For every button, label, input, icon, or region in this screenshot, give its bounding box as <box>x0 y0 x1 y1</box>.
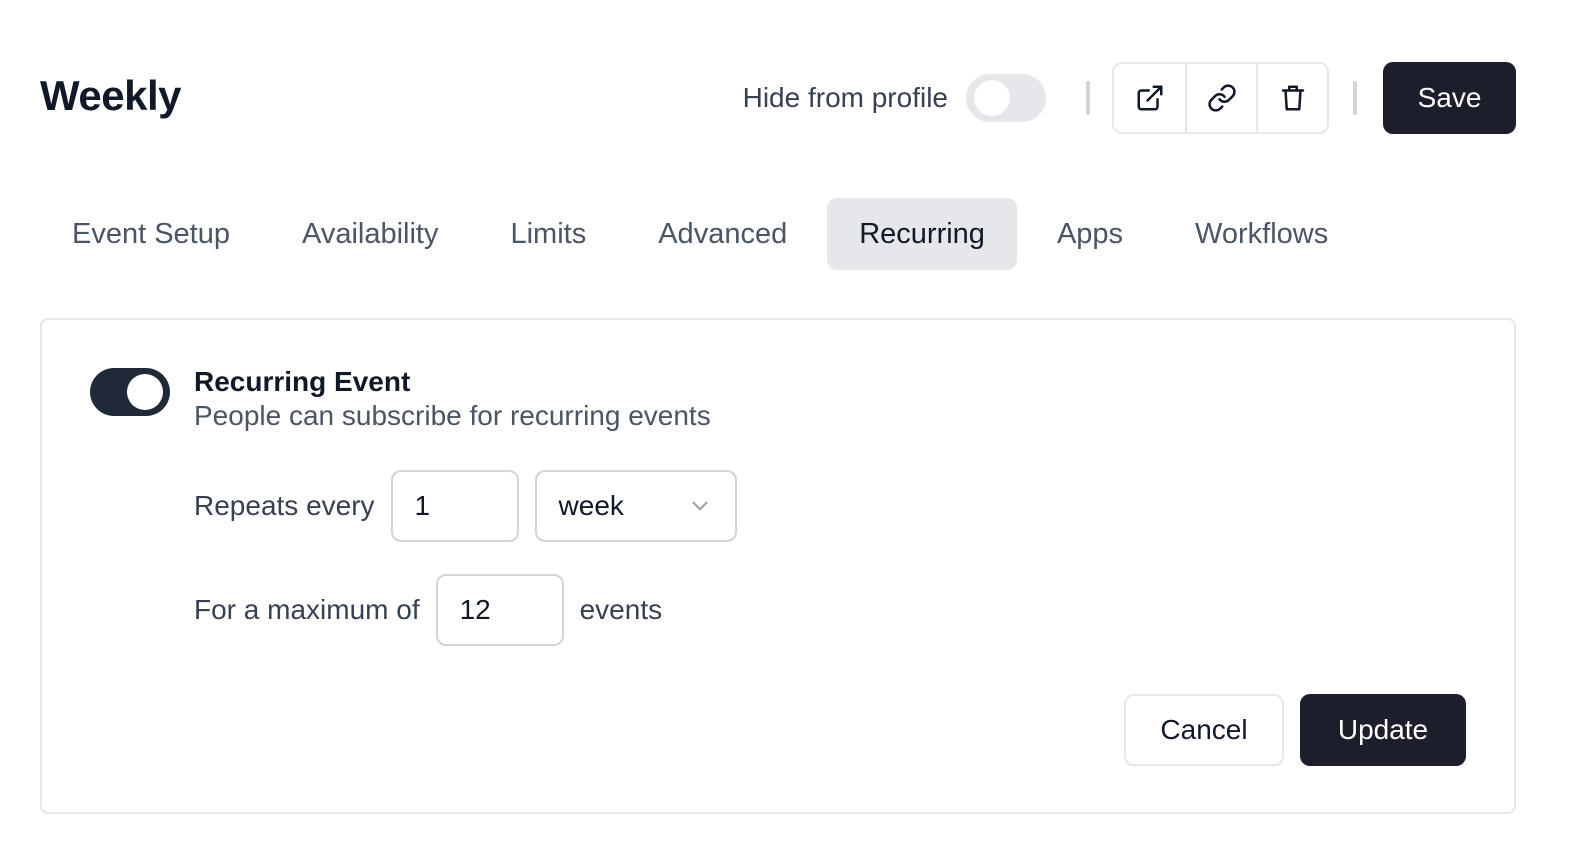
events-suffix-label: events <box>579 594 663 625</box>
toggle-knob <box>127 374 163 410</box>
header-actions: Hide from profile Save <box>743 62 1516 134</box>
recurring-event-title: Recurring Event <box>194 366 411 397</box>
save-button[interactable]: Save <box>1383 62 1516 134</box>
max-label: For a maximum of <box>194 594 420 625</box>
divider <box>1086 81 1090 115</box>
max-events-row: For a maximum of 12 events <box>194 574 662 646</box>
trash-icon <box>1281 85 1304 111</box>
frequency-select[interactable]: week <box>534 470 737 542</box>
repeat-interval-input[interactable]: 1 <box>390 470 519 542</box>
toggle-knob <box>974 80 1010 116</box>
cancel-button[interactable]: Cancel <box>1124 694 1284 766</box>
recurring-settings-card: Recurring Event People can subscribe for… <box>40 318 1516 814</box>
copy-link-button[interactable] <box>1185 64 1256 132</box>
event-type-page: Weekly Hide from profile Save Event Setu… <box>0 0 1572 866</box>
repeats-row: Repeats every 1 week <box>194 470 737 542</box>
recurring-event-toggle[interactable] <box>90 368 170 416</box>
frequency-select-value: week <box>558 490 624 521</box>
tab-apps[interactable]: Apps <box>1025 198 1155 270</box>
tab-advanced[interactable]: Advanced <box>626 198 819 270</box>
recurring-event-description: People can subscribe for recurring event… <box>194 400 711 431</box>
chevron-down-icon <box>691 501 708 511</box>
preview-button[interactable] <box>1114 64 1185 132</box>
card-actions: Cancel Update <box>1124 694 1466 766</box>
hide-from-profile-label: Hide from profile <box>742 82 948 113</box>
hide-from-profile-toggle[interactable] <box>966 74 1046 122</box>
link-icon <box>1207 84 1236 112</box>
divider <box>1353 81 1357 115</box>
tab-event-setup[interactable]: Event Setup <box>40 198 262 270</box>
tab-availability[interactable]: Availability <box>270 198 470 270</box>
page-title: Weekly <box>40 72 182 119</box>
update-button[interactable]: Update <box>1300 694 1466 766</box>
tab-recurring[interactable]: Recurring <box>827 198 1017 270</box>
tab-workflows[interactable]: Workflows <box>1163 198 1360 270</box>
repeats-every-label: Repeats every <box>194 490 375 521</box>
action-button-group <box>1112 62 1329 134</box>
external-link-icon <box>1137 85 1162 111</box>
tab-bar: Event Setup Availability Limits Advanced… <box>40 198 1368 270</box>
delete-button[interactable] <box>1256 64 1327 132</box>
tab-limits[interactable]: Limits <box>478 198 618 270</box>
max-occurrences-input[interactable]: 12 <box>435 574 564 646</box>
